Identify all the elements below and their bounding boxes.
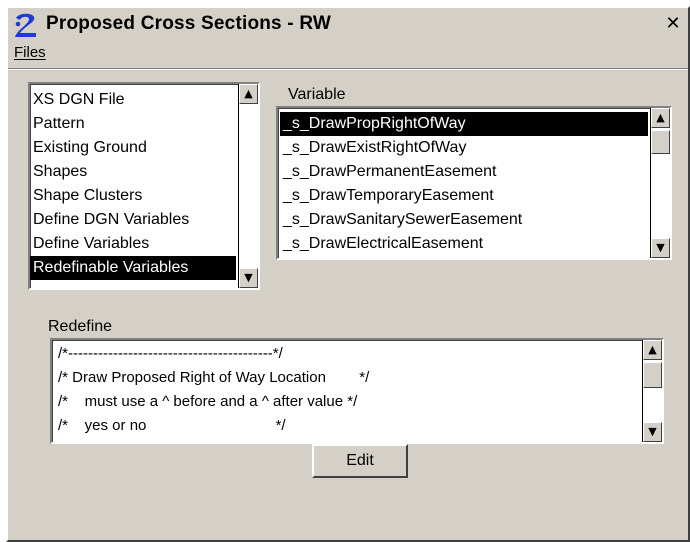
dialog-window: Proposed Cross Sections - RW ✕ Files XS … [6, 6, 690, 542]
category-scrollbar[interactable]: ▲ ▼ [238, 84, 258, 288]
scroll-down-arrow-icon[interactable]: ▼ [643, 422, 662, 442]
redefine-text: /*--------------------------------------… [52, 342, 640, 438]
close-icon: ✕ [665, 13, 681, 34]
variable-list[interactable]: _s_DrawPropRightOfWay _s_DrawExistRightO… [276, 106, 672, 260]
scroll-down-arrow-icon[interactable]: ▼ [651, 238, 670, 258]
redefine-scrollbar[interactable]: ▲ ▼ [642, 340, 662, 442]
redefine-line: /* yes or no */ [58, 417, 286, 434]
variable-list-items: _s_DrawPropRightOfWay _s_DrawExistRightO… [280, 112, 648, 256]
category-item-define-variables[interactable]: Define Variables [30, 232, 236, 256]
scroll-thumb[interactable] [651, 130, 670, 154]
variable-item[interactable]: _s_DrawTemporaryEasement [280, 184, 648, 208]
window-title: Proposed Cross Sections - RW [46, 13, 332, 34]
variable-label: Variable [288, 86, 346, 103]
close-button[interactable]: ✕ [662, 14, 684, 36]
scroll-up-arrow-icon[interactable]: ▲ [643, 340, 662, 360]
scroll-up-arrow-icon[interactable]: ▲ [651, 108, 670, 128]
scroll-down-arrow-icon[interactable]: ▼ [239, 268, 258, 288]
redefine-label: Redefine [48, 318, 113, 335]
menu-divider [8, 68, 688, 70]
edit-button[interactable]: Edit [312, 444, 408, 478]
category-item-existing-ground[interactable]: Existing Ground [30, 136, 236, 160]
category-item-shapes[interactable]: Shapes [30, 160, 236, 184]
category-item-shape-clusters[interactable]: Shape Clusters [30, 184, 236, 208]
scroll-up-arrow-icon[interactable]: ▲ [239, 84, 258, 104]
redefine-line: /*--------------------------------------… [58, 345, 283, 362]
variable-item[interactable]: _s_DrawPermanentEasement [280, 160, 648, 184]
redefine-textarea[interactable]: /*--------------------------------------… [50, 338, 664, 444]
variable-item[interactable]: _s_DrawExistRightOfWay [280, 136, 648, 160]
category-list-items: XS DGN File Pattern Existing Ground Shap… [30, 88, 236, 280]
variable-item[interactable]: _s_DrawElectricalEasement [280, 232, 648, 256]
app-logo-icon [12, 11, 40, 39]
category-item-redefinable-variables[interactable]: Redefinable Variables [30, 256, 236, 280]
title-bar[interactable]: Proposed Cross Sections - RW ✕ [8, 8, 688, 42]
variable-item[interactable]: _s_DrawPropRightOfWay [280, 112, 648, 136]
category-item-define-dgn-variables[interactable]: Define DGN Variables [30, 208, 236, 232]
menu-bar: Files [8, 42, 688, 66]
scroll-thumb[interactable] [643, 362, 662, 388]
category-item-pattern[interactable]: Pattern [30, 112, 236, 136]
menu-files[interactable]: Files [14, 44, 46, 61]
redefine-line: /* must use a ^ before and a ^ after val… [58, 393, 358, 410]
variable-scrollbar[interactable]: ▲ ▼ [650, 108, 670, 258]
variable-item[interactable]: _s_DrawSanitarySewerEasement [280, 208, 648, 232]
category-item-xs-dgn-file[interactable]: XS DGN File [30, 88, 236, 112]
redefine-line: /* Draw Proposed Right of Way Location *… [58, 369, 370, 386]
category-list[interactable]: XS DGN File Pattern Existing Ground Shap… [28, 82, 260, 290]
